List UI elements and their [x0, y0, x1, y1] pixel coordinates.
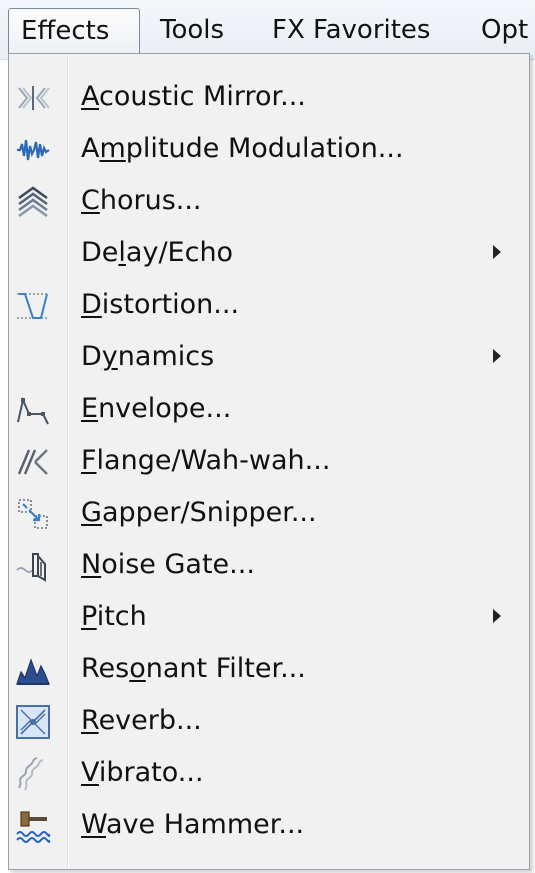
envelope-icon	[15, 392, 51, 428]
menu-item-distortion[interactable]: Distortion...	[9, 279, 529, 331]
menu-item-flange-wah-wah[interactable]: Flange/Wah-wah...	[9, 435, 529, 487]
menu-item-envelope[interactable]: Envelope...	[9, 383, 529, 435]
menu-item-label: Flange/Wah-wah...	[81, 445, 331, 476]
menu-item-label: Amplitude Modulation...	[81, 133, 404, 164]
menu-item-label: Wave Hammer...	[81, 809, 305, 840]
submenu-arrow-icon	[493, 245, 501, 259]
vibrato-icon	[15, 756, 51, 792]
menu-item-label: Delay/Echo	[81, 237, 234, 268]
menu-item-label: Envelope...	[81, 393, 232, 424]
menu-item-gapper-snipper[interactable]: Gapper/Snipper...	[9, 487, 529, 539]
menu-fx-favorites[interactable]: FX Favorites	[272, 8, 430, 54]
menu-item-label: Resonant Filter...	[81, 653, 306, 684]
menu-item-label: Pitch	[81, 601, 147, 632]
menu-item-reverb[interactable]: Reverb...	[9, 695, 529, 747]
menu-item-chorus[interactable]: Chorus...	[9, 175, 529, 227]
acoustic-mirror-icon	[15, 80, 51, 116]
menu-item-vibrato[interactable]: Vibrato...	[9, 747, 529, 799]
menu-item-label: Reverb...	[81, 705, 202, 736]
menu-item-delay-echo[interactable]: Delay/Echo	[9, 227, 529, 279]
effects-dropdown-menu: Acoustic Mirror... Amplitude Modulation.…	[8, 53, 530, 870]
menu-item-label: Noise Gate...	[81, 549, 255, 580]
menu-item-label: Gapper/Snipper...	[81, 497, 317, 528]
menu-item-acoustic-mirror[interactable]: Acoustic Mirror...	[9, 71, 529, 123]
menu-options[interactable]: Opt	[481, 8, 528, 54]
menu-item-wave-hammer[interactable]: Wave Hammer...	[9, 799, 529, 851]
menu-effects[interactable]: Effects	[8, 8, 140, 54]
resonant-filter-icon	[15, 652, 51, 688]
menu-item-label: Chorus...	[81, 185, 202, 216]
menu-bar: Effects Tools FX Favorites Opt	[0, 0, 535, 60]
submenu-arrow-icon	[493, 609, 501, 623]
noise-gate-icon	[15, 548, 51, 584]
menu-item-label: Distortion...	[81, 289, 240, 320]
menu-item-pitch[interactable]: Pitch	[9, 591, 529, 643]
menu-item-resonant-filter[interactable]: Resonant Filter...	[9, 643, 529, 695]
menu-item-label: Acoustic Mirror...	[81, 81, 306, 112]
gapper-snipper-icon	[15, 496, 51, 532]
menu-item-amplitude-modulation[interactable]: Amplitude Modulation...	[9, 123, 529, 175]
menu-item-noise-gate[interactable]: Noise Gate...	[9, 539, 529, 591]
menu-item-label: Dynamics	[81, 341, 215, 372]
flange-icon	[15, 444, 51, 480]
amplitude-modulation-icon	[15, 132, 51, 168]
menu-item-dynamics[interactable]: Dynamics	[9, 331, 529, 383]
submenu-arrow-icon	[493, 349, 501, 363]
reverb-icon	[15, 704, 51, 740]
chorus-icon	[15, 184, 51, 220]
menu-item-label: Vibrato...	[81, 757, 204, 788]
distortion-icon	[15, 288, 51, 324]
menu-tools[interactable]: Tools	[160, 8, 224, 54]
wave-hammer-icon	[15, 808, 51, 844]
